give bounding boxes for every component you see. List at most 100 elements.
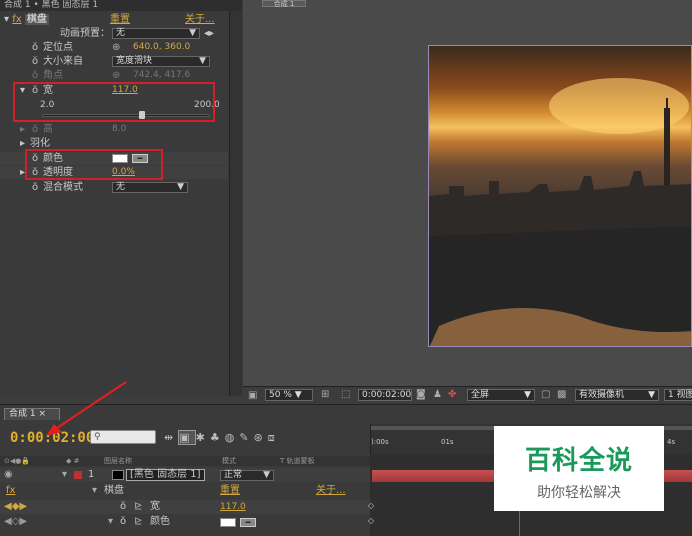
color-channels-icon[interactable]: ✤ [448, 389, 456, 400]
crosshair-icon[interactable]: ⊕ [112, 41, 120, 54]
effect-name: 棋盘 [104, 485, 124, 496]
effect-row: ▾ fx 棋盘 重置 关于... [0, 13, 228, 26]
ruler-4s-label: 4s [667, 438, 676, 446]
views-dropdown[interactable]: 1 视图 [664, 389, 692, 401]
about-link[interactable]: 关于... [316, 484, 346, 498]
preset-value: 无 [116, 28, 126, 38]
person-icon[interactable]: ♟ [433, 389, 442, 400]
col-trkmat: T 轨道蒙板 [280, 457, 315, 465]
viewer-tab[interactable]: 合成 1 [262, 0, 306, 8]
stopwatch-icon: ŏ [32, 124, 39, 135]
ruler-start-label: ):00s [371, 438, 389, 446]
label-color-swatch[interactable] [74, 471, 82, 479]
roi-icon[interactable]: ▢ [541, 389, 550, 400]
keyframe-icon[interactable]: ◇ [368, 516, 374, 525]
composition-tab-label: 合成 1 [9, 409, 36, 419]
preset-nav-icon[interactable]: ◂▸ [204, 27, 214, 40]
frame-blending-icon[interactable]: ♣ [210, 431, 225, 444]
blend-row: ŏ 混合模式 无 ▼ [0, 181, 228, 194]
reset-link[interactable]: 重置 [220, 484, 240, 498]
size-from-value: 宽度滑块 [116, 56, 153, 66]
watermark-subtitle: 助你轻松解决 [537, 485, 621, 501]
blend-label: 混合模式 [43, 182, 83, 193]
comp-flow-icon[interactable]: ⇹ [164, 431, 178, 444]
corner-value: 742.4, 417.6 [133, 70, 191, 80]
region-icon[interactable]: ⬚ [341, 389, 350, 400]
draft-3d-icon[interactable]: ▣ [178, 430, 196, 445]
grid-icon[interactable]: ⊞ [321, 389, 329, 400]
motion-blur-icon[interactable]: ◍ [225, 431, 240, 444]
color-swatch[interactable] [220, 518, 236, 527]
graph-icon[interactable]: ⊵ [134, 500, 142, 514]
width-property-value[interactable]: 117.0 [220, 500, 246, 514]
city-skyline-image [429, 78, 691, 346]
fx-label: fx [12, 14, 22, 25]
eyedropper-icon[interactable]: ━ [240, 518, 256, 527]
height-label: 高 [43, 124, 53, 135]
camera-dropdown[interactable]: 有效摄像机 ▼ [575, 389, 659, 401]
label-icon: ◆ # [66, 457, 80, 465]
layer-name[interactable]: [黑色 固态层 1] [126, 469, 205, 481]
brainstorm-icon[interactable]: ✎ [239, 431, 253, 444]
blend-mode-dropdown[interactable]: 正常 ▼ [220, 470, 274, 481]
anchor-label: 定位点 [43, 42, 73, 53]
width-property-label: 宽 [150, 501, 160, 512]
size-from-dropdown[interactable]: 宽度滑块 ▼ [112, 56, 210, 67]
height-value: 8.0 [112, 124, 127, 134]
stopwatch-icon[interactable]: ŏ [32, 41, 38, 54]
resolution-value: 全屏 [471, 390, 490, 400]
graph-editor-icon[interactable]: ⊛ [254, 431, 268, 444]
about-link[interactable]: 关于... [185, 13, 215, 26]
effect-panel-scrollbar[interactable] [229, 11, 242, 396]
transparency-grid-icon[interactable]: ▩ [557, 389, 566, 400]
layer-thumbnail [112, 470, 124, 480]
keyframe-nav-icon[interactable]: ◀◆▶ [4, 500, 27, 514]
anchor-value[interactable]: 640.0, 360.0 [133, 41, 190, 54]
viewer-timecode[interactable]: 0:00:02:00 [358, 389, 412, 401]
resolution-dropdown[interactable]: 全屏 ▼ [467, 389, 535, 401]
expand-arrow-icon[interactable]: ▾ [108, 515, 113, 529]
zoom-value: 50 % [269, 390, 292, 400]
corner-row: ŏ 角点 ⊕ 742.4, 417.6 [0, 69, 228, 82]
keyframe-icon[interactable]: ◇ [368, 501, 374, 510]
graph-icon[interactable]: ⊵ [134, 515, 142, 529]
width-property-row: ◀◆▶ ŏ ⊵ 宽 117.0 [0, 500, 370, 514]
layer-column-header: ⊙◀●🔒 ◆ # 图层名称 模式 T 轨道蒙板 [0, 456, 370, 466]
monitor-icon[interactable]: ▣ [248, 390, 257, 401]
expand-arrow-icon[interactable]: ▾ [4, 14, 9, 25]
stopwatch-icon[interactable]: ŏ [32, 181, 38, 194]
chevron-down-icon: ▼ [199, 56, 206, 66]
shy-layers-icon[interactable]: ✱ [196, 431, 210, 444]
fx-label: fx [6, 485, 16, 496]
timeline-switches: ⇹▣✱♣◍✎⊛⧈ [164, 430, 280, 445]
layer-number: 1 [88, 469, 95, 480]
preset-dropdown[interactable]: 无 ▼ [112, 28, 200, 39]
keyframe-nav-icon[interactable]: ◀◇▶ [4, 515, 27, 529]
camera-value: 有效摄像机 [579, 390, 625, 400]
col-name: 图层名称 [104, 457, 132, 465]
chevron-down-icon: ▼ [177, 182, 184, 192]
reset-link[interactable]: 重置 [110, 13, 130, 26]
effect-controls-header: 合成 1 • 黑色 固态层 1 [0, 0, 242, 11]
eye-icon[interactable]: ◉ [4, 468, 13, 482]
blend-dropdown[interactable]: 无 ▼ [112, 182, 188, 193]
stopwatch-icon[interactable]: ŏ [32, 55, 38, 68]
crosshair-icon: ⊕ [112, 70, 121, 81]
expand-arrow-icon[interactable]: ▾ [62, 468, 67, 482]
stopwatch-icon[interactable]: ŏ [120, 515, 126, 529]
height-row: ▸ ŏ 高 8.0 [0, 123, 228, 136]
zoom-dropdown[interactable]: 50 % ▼ [265, 389, 313, 401]
composition-preview-image [428, 45, 692, 347]
expand-arrow-icon: ▸ [20, 124, 26, 135]
camera-icon[interactable]: ◙ [416, 389, 426, 400]
chevron-down-icon: ▼ [263, 470, 270, 480]
keyframe-icon[interactable]: ⧈ [268, 431, 280, 444]
effect-name[interactable]: 棋盘 [24, 14, 49, 25]
color-property-row: ◀◇▶ ▾ ŏ ⊵ 颜色 ━ [0, 515, 370, 529]
stopwatch-icon[interactable]: ŏ [120, 500, 126, 514]
color-property-label: 颜色 [150, 516, 170, 527]
size-from-label: 大小来自 [43, 56, 83, 67]
layer-row[interactable]: ◉ ▾ 1 [黑色 固态层 1] 正常 ▼ [0, 468, 370, 482]
layer-mode-value: 正常 [224, 470, 243, 480]
expand-arrow-icon[interactable]: ▾ [92, 484, 97, 498]
